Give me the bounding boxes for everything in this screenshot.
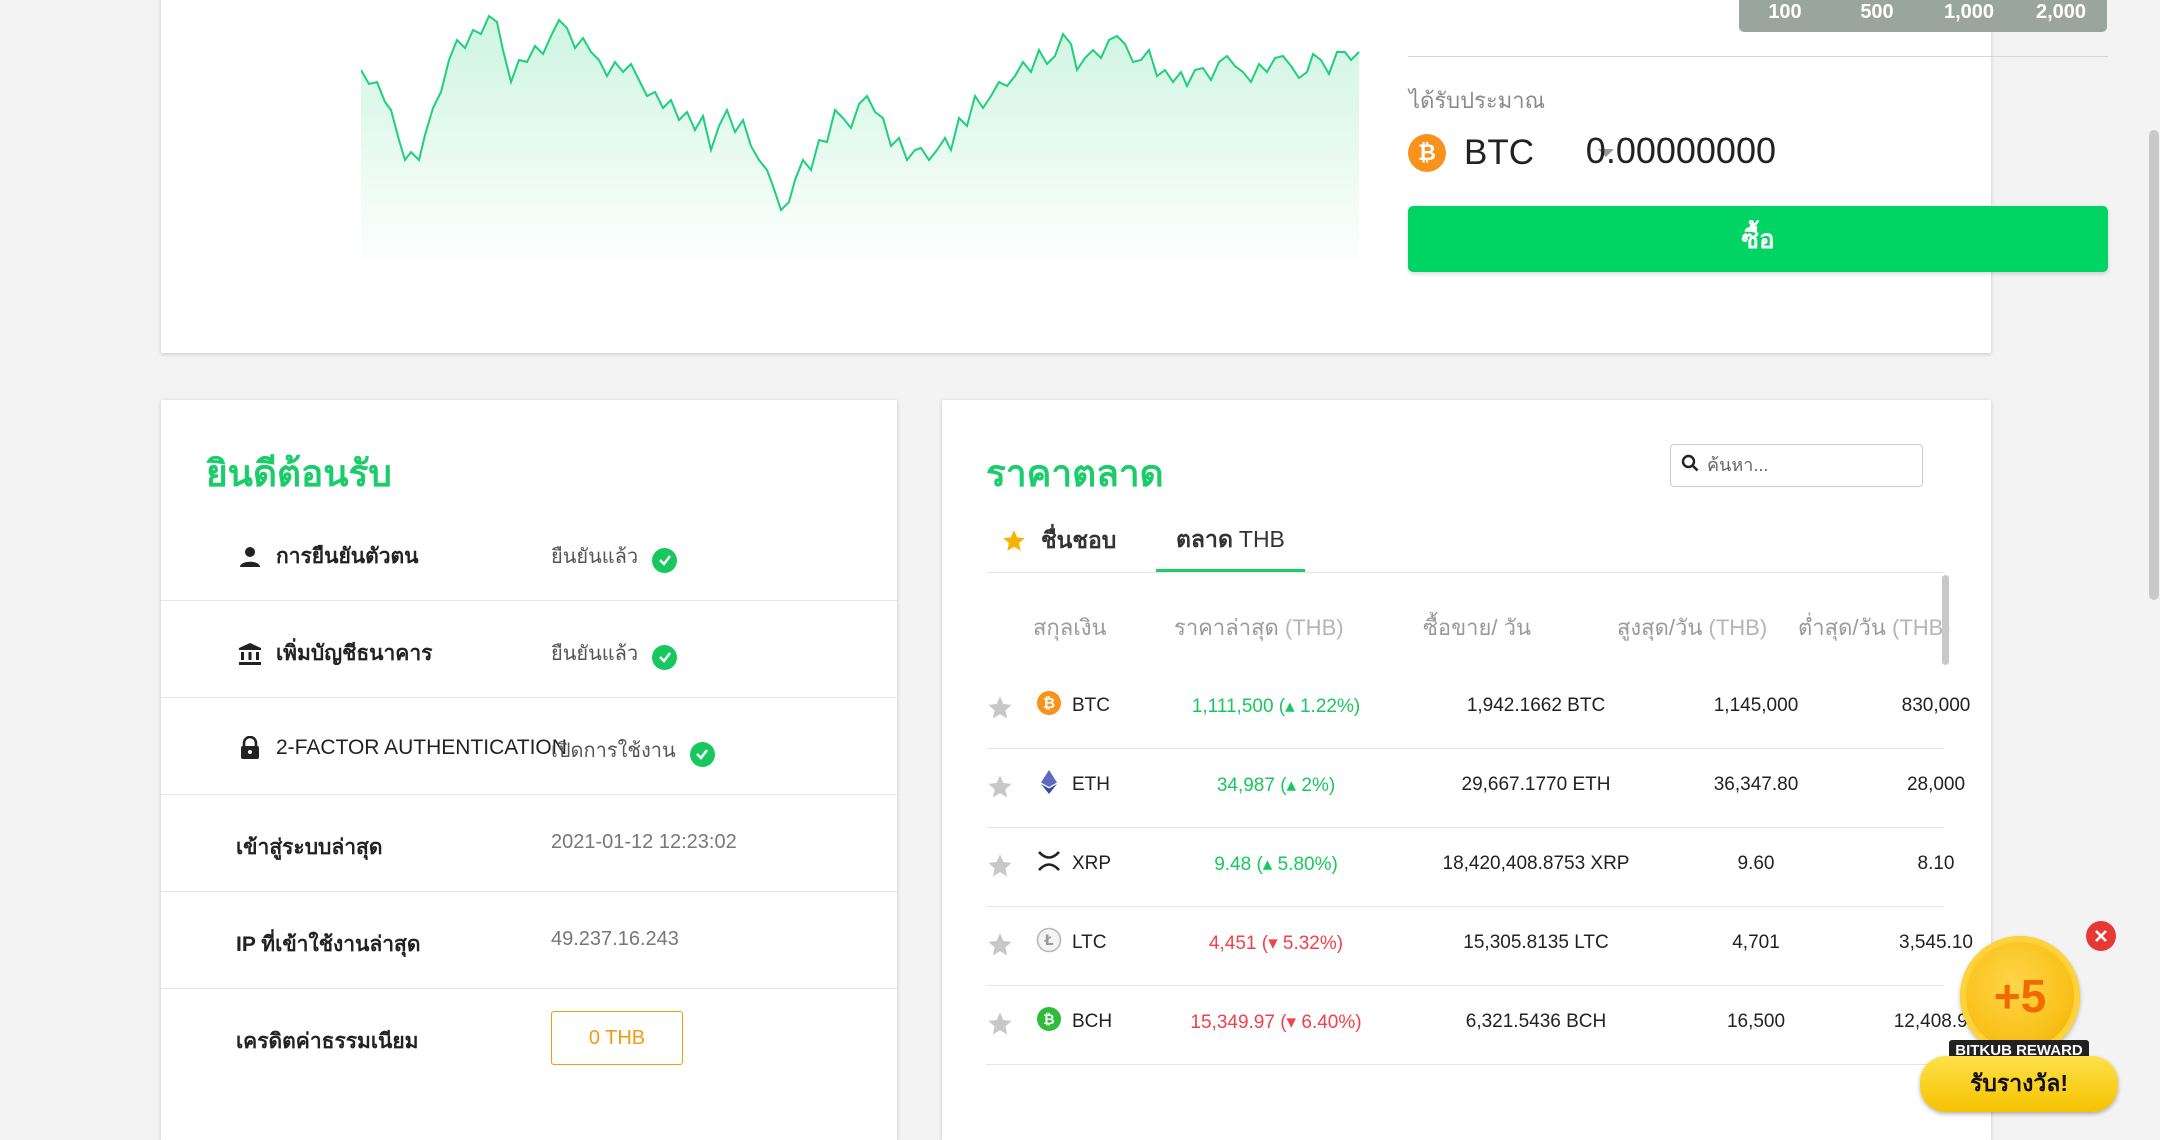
page-scrollbar[interactable] <box>2149 130 2159 600</box>
welcome-card: ยินดีต้อนรับ การยืนยันตัวตน ยืนยันแล้ว เ… <box>161 400 897 1140</box>
ethereum-icon <box>1041 770 1057 794</box>
tab-favorites[interactable]: ชื่นชอบ <box>1001 510 1116 572</box>
coin-select-value: BTC <box>1464 133 1534 172</box>
last-login-row: เข้าสู่ระบบล่าสุด 2021-01-12 12:23:02 <box>161 795 897 892</box>
check-icon <box>689 741 715 767</box>
last-ip-value: 49.237.16.243 <box>551 928 679 950</box>
col-high[interactable]: สูงสุด/วัน (THB) <box>1617 610 1767 645</box>
amount-1000-button[interactable]: 1,000 <box>1923 0 2015 32</box>
chart-area-fill <box>361 16 1359 270</box>
table-row[interactable]: ETH 34,987 (▴ 2%) 29,667.1770 ETH 36,347… <box>986 749 1965 828</box>
market-tabs: ชื่นชอบ ตลาด THB <box>986 510 1944 573</box>
market-table-header: สกุลเงิน ราคาล่าสุด (THB) ซื้อขาย/ วัน ส… <box>986 610 1951 650</box>
search-input[interactable] <box>1705 454 1909 477</box>
market-search <box>1670 444 1923 487</box>
reward-coin[interactable]: +5 <box>1960 936 2080 1056</box>
bitcoin-icon: ₿ <box>1408 134 1446 172</box>
table-row[interactable]: Ł LTC 4,451 (▾ 5.32%) 15,305.8135 LTC 4,… <box>986 907 1973 986</box>
fee-credit-label: เครดิตค่าธรรมเนียม <box>236 1030 419 1053</box>
table-row[interactable]: ₿ BTC 1,111,500 (▴ 1.22%) 1,942.1662 BTC… <box>986 670 1970 749</box>
last-ip-label: IP ที่เข้าใช้งานล่าสุด <box>236 933 421 956</box>
fee-credit-button[interactable]: 0 THB <box>551 1011 683 1065</box>
star-outline-icon[interactable] <box>986 931 1014 959</box>
user-icon <box>236 543 264 571</box>
litecoin-icon: Ł <box>1036 927 1062 953</box>
bitcoin-icon: ₿ <box>1037 691 1061 715</box>
claim-reward-button[interactable]: รับรางวัล! <box>1920 1056 2118 1112</box>
kyc-label: การยืนยันตัวตน <box>276 545 419 568</box>
svg-text:₿: ₿ <box>1043 694 1055 712</box>
check-icon <box>652 547 678 573</box>
last-ip-row: IP ที่เข้าใช้งานล่าสุด 49.237.16.243 <box>161 892 897 989</box>
check-icon <box>652 644 678 670</box>
star-icon <box>1003 530 1025 551</box>
last-login-label: เข้าสู่ระบบล่าสุด <box>236 836 383 859</box>
search-icon <box>1681 454 1699 477</box>
tab-thb-label: ตลาด <box>1176 525 1233 552</box>
bank-label: เพิ่มบัญชีธนาคาร <box>276 642 433 665</box>
kyc-status: ยืนยันแล้ว <box>551 546 639 568</box>
price-chart <box>361 14 1360 270</box>
kyc-row: การยืนยันตัวตน ยืนยันแล้ว <box>161 504 897 601</box>
svg-text:₿: ₿ <box>1043 1012 1054 1028</box>
col-low[interactable]: ต่ำสุด/วัน (THB) <box>1798 610 1951 645</box>
row-low: 28,000 <box>1906 774 1966 795</box>
amount-100-button[interactable]: 100 <box>1739 0 1831 32</box>
amount-2000-button[interactable]: 2,000 <box>2015 0 2107 32</box>
table-row[interactable]: ₿ BCH 15,349.97 (▾ 6.40%) 6,321.5436 BCH… <box>986 986 1978 1065</box>
estimate-label: ได้รับประมาณ <box>1409 88 1545 113</box>
tab-thb-suffix: THB <box>1238 526 1285 552</box>
xrp-icon <box>1038 851 1060 871</box>
order-card: 100 500 1,000 2,000 ได้รับประมาณ ₿ BTC 0… <box>161 0 2108 353</box>
star-outline-icon[interactable] <box>986 694 1014 722</box>
estimate-value: 0.00000000 <box>1585 130 1776 171</box>
amount-500-button[interactable]: 500 <box>1831 0 1923 32</box>
amount-preset-group: 100 500 1,000 2,000 <box>1739 0 2107 32</box>
table-scrollbar[interactable] <box>1942 575 1949 665</box>
divider <box>1408 56 2108 57</box>
market-title: ราคาตลาด <box>986 453 1164 494</box>
close-icon[interactable] <box>2086 921 2116 951</box>
col-currency[interactable]: สกุลเงิน <box>1033 610 1107 645</box>
row-low: 830,000 <box>1901 695 1971 716</box>
star-outline-icon[interactable] <box>986 773 1014 801</box>
star-outline-icon[interactable] <box>986 1010 1014 1038</box>
lock-icon <box>236 734 264 762</box>
svg-text:Ł: Ł <box>1044 933 1054 949</box>
bank-row: เพิ่มบัญชีธนาคาร ยืนยันแล้ว <box>161 601 897 698</box>
2fa-status: เปิดการใช้งาน <box>551 740 676 762</box>
tab-favorites-label: ชื่นชอบ <box>1041 527 1117 553</box>
star-outline-icon[interactable] <box>986 852 1014 880</box>
fee-credit-row: เครดิตค่าธรรมเนียม 0 THB <box>161 989 897 1085</box>
col-last-price[interactable]: ราคาล่าสุด (THB) <box>1174 610 1344 645</box>
2fa-row: 2-FACTOR AUTHENTICATION เปิดการใช้งาน <box>161 698 897 795</box>
bitcoin-cash-icon: ₿ <box>1037 1007 1061 1031</box>
welcome-title: ยินดีต้อนรับ <box>206 453 392 494</box>
last-login-value: 2021-01-12 12:23:02 <box>551 831 737 853</box>
table-row[interactable]: XRP 9.48 (▴ 5.80%) 18,420,408.8753 XRP 9… <box>986 828 1954 907</box>
buy-button[interactable]: ซื้อ <box>1408 206 2108 272</box>
2fa-label: 2-FACTOR AUTHENTICATION <box>276 736 567 759</box>
col-volume[interactable]: ซื้อขาย/ วัน <box>1423 610 1531 645</box>
bank-status: ยืนยันแล้ว <box>551 643 639 665</box>
row-low: 8.10 <box>1917 853 1955 874</box>
bank-icon <box>236 640 264 668</box>
tab-thb-market[interactable]: ตลาด THB <box>1156 510 1305 572</box>
market-card: ราคาตลาด ชื่นชอบ ตลาด THB สกุลเงิน ราคาล… <box>942 400 1991 1140</box>
